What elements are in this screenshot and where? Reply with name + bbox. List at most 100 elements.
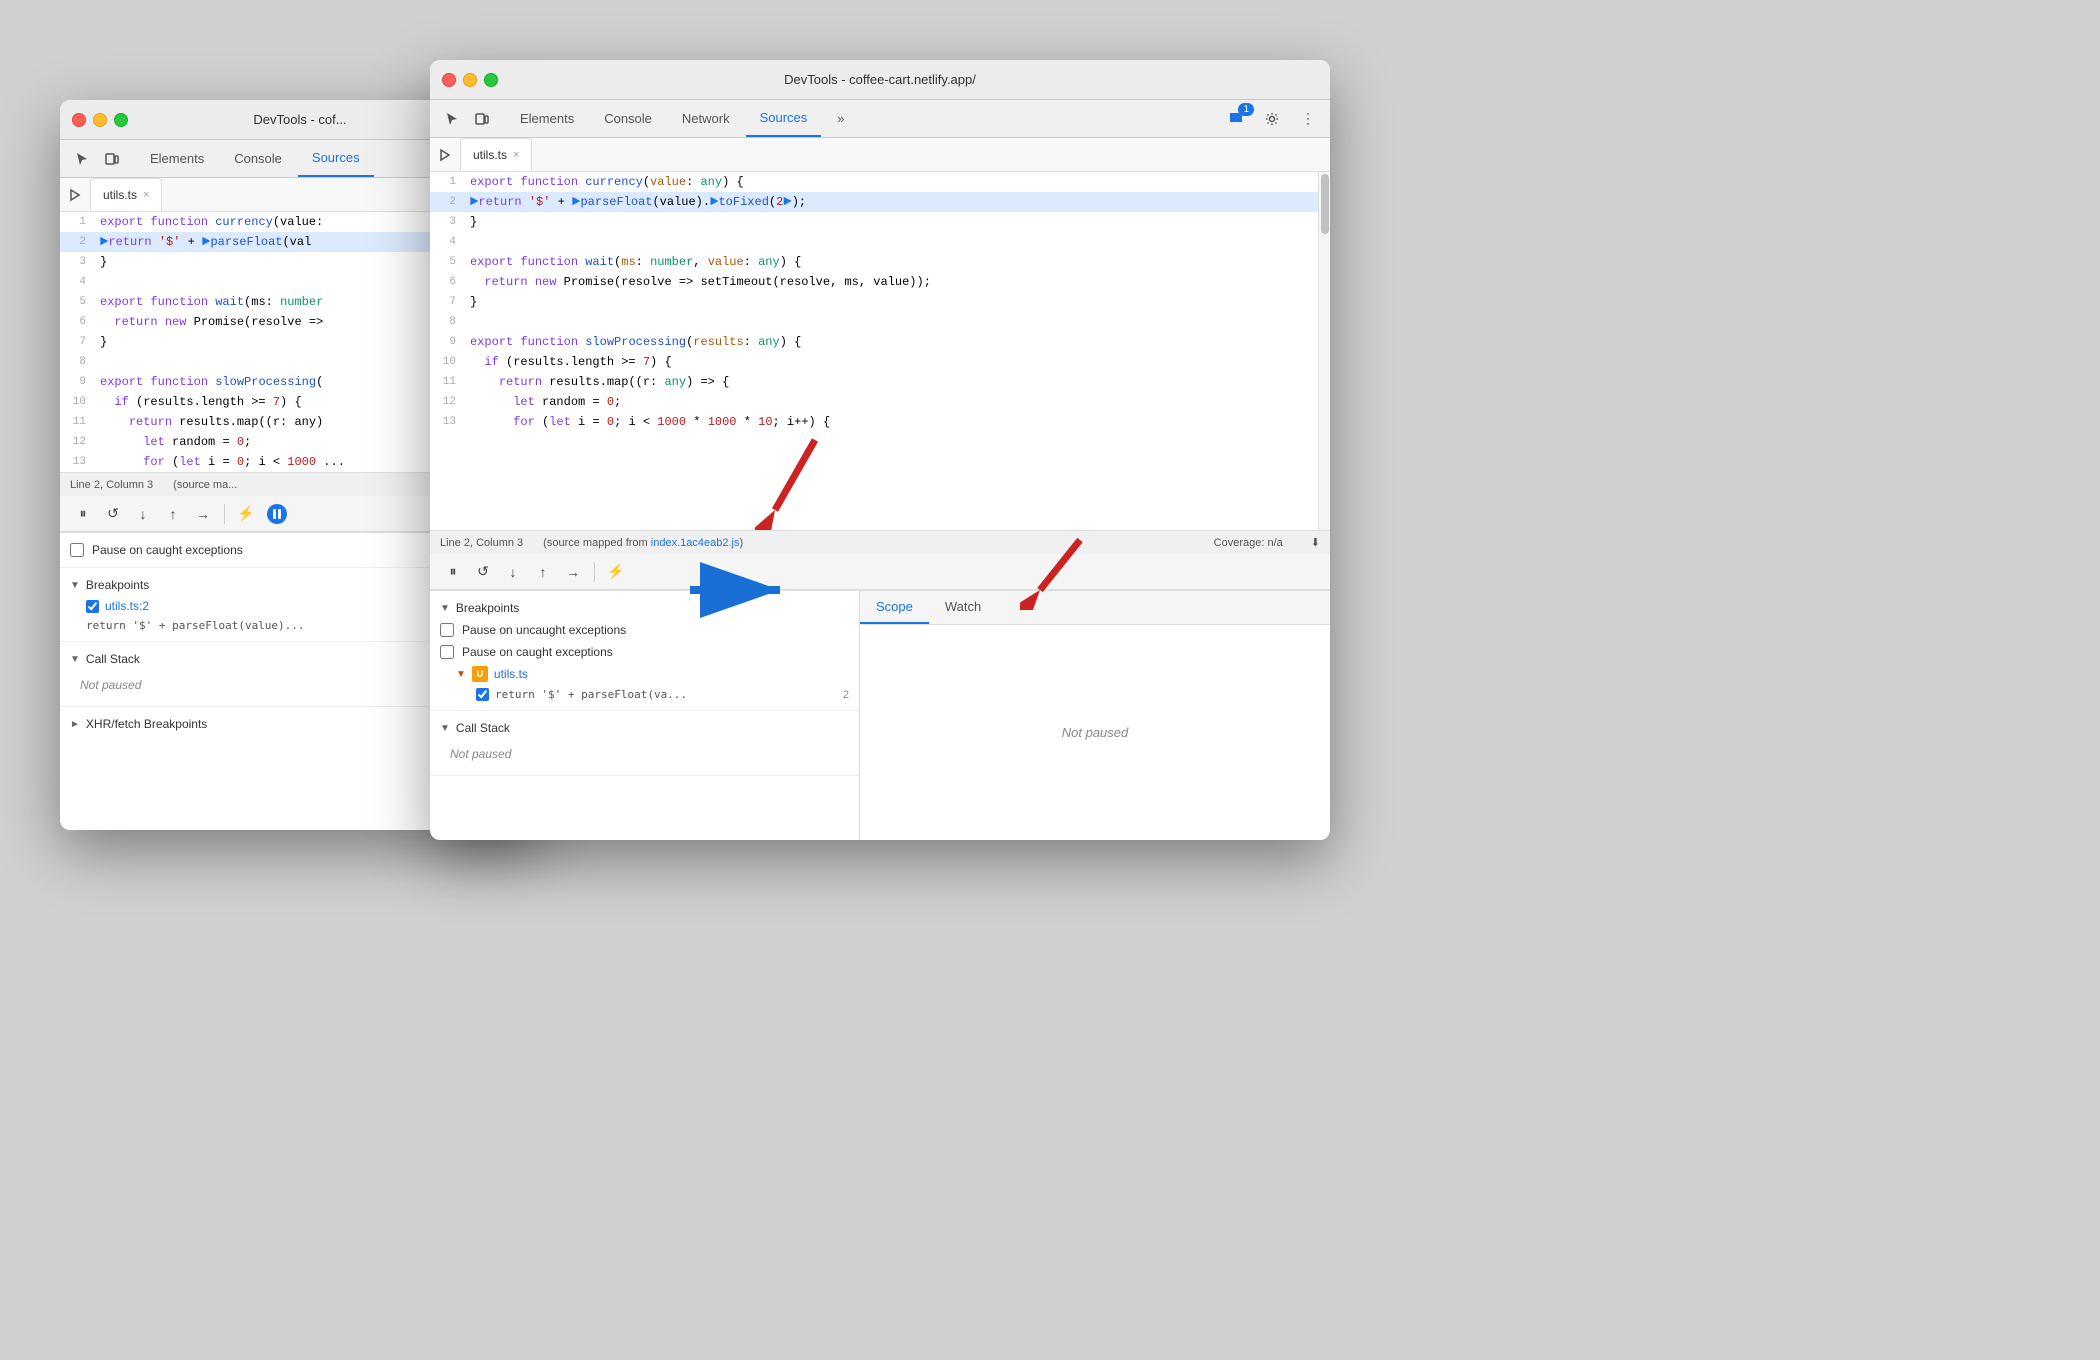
cursor-icon-front[interactable] <box>438 105 466 133</box>
step-out-btn-front[interactable]: → <box>560 559 586 585</box>
tab-elements-front[interactable]: Elements <box>506 100 588 137</box>
scope-tabs: Scope Watch <box>860 591 1330 625</box>
file-tab-close-front[interactable]: × <box>513 149 519 161</box>
front-line-6: 6 return new Promise(resolve => setTimeo… <box>430 272 1318 292</box>
front-line-1: 1 export function currency(value: any) { <box>430 172 1318 192</box>
bp-triangle-front: ▼ <box>440 603 450 614</box>
traffic-lights-front <box>442 73 498 87</box>
tab-network-front[interactable]: Network <box>668 100 744 137</box>
tab-scope[interactable]: Scope <box>860 591 929 624</box>
front-line-2: 2 ►return '$' + ►parseFloat(value).►toFi… <box>430 192 1318 212</box>
front-line-11: 11 return results.map((r: any) => { <box>430 372 1318 392</box>
file-tab-close-back[interactable]: × <box>143 189 149 201</box>
tab-sources-front[interactable]: Sources <box>746 100 822 137</box>
front-line-13: 13 for (let i = 0; i < 1000 * 1000 * 10;… <box>430 412 1318 432</box>
step-into-btn-back[interactable]: ↑ <box>160 501 186 527</box>
callstack-header-front[interactable]: ▼ Call Stack <box>440 717 849 739</box>
pause-caught-checkbox-front[interactable] <box>440 645 454 659</box>
device-icon-front[interactable] <box>468 105 496 133</box>
download-icon[interactable]: ⬇ <box>1311 536 1320 549</box>
status-source-front: (source mapped from index.1ac4eab2.js) <box>543 537 743 549</box>
callstack-status-back: Not paused <box>70 670 439 700</box>
pause-btn-front[interactable]: ⏸ <box>440 559 466 585</box>
front-line-9: 9 export function slowProcessing(results… <box>430 332 1318 352</box>
callstack-label-front: Call Stack <box>456 721 510 735</box>
bp-line-num: 2 <box>843 689 849 701</box>
pause-btn-back[interactable]: ⏸ <box>70 501 96 527</box>
front-line-8: 8 <box>430 312 1318 332</box>
tab-more-front[interactable]: » <box>823 100 858 137</box>
maximize-button[interactable] <box>114 113 128 127</box>
tab-elements-back[interactable]: Elements <box>136 140 218 177</box>
file-tab-utils-back[interactable]: utils.ts × <box>90 178 162 211</box>
deactivate-btn-front[interactable]: ⚡ <box>603 559 629 585</box>
tab-sources-back[interactable]: Sources <box>298 140 374 177</box>
scroll-thumb-front[interactable] <box>1321 174 1329 234</box>
breakpoints-section-back: ▼ Breakpoints utils.ts:2 return '$' + pa… <box>60 568 449 642</box>
step-over-btn-back[interactable]: ↓ <box>130 501 156 527</box>
xhr-section-back: ► XHR/fetch Breakpoints <box>60 707 449 741</box>
close-button-front[interactable] <box>442 73 456 87</box>
maximize-button-front[interactable] <box>484 73 498 87</box>
tab-watch[interactable]: Watch <box>929 591 997 624</box>
more-button-front[interactable]: ⋮ <box>1294 105 1322 133</box>
window-title-back: DevTools - cof... <box>253 112 346 127</box>
resume-btn-front[interactable]: ↺ <box>470 559 496 585</box>
scope-content: Not paused <box>860 625 1330 840</box>
chat-badge: 1 <box>1238 103 1254 116</box>
panel-toggle-front[interactable] <box>438 148 452 162</box>
close-button[interactable] <box>72 113 86 127</box>
debugger-panel-back: Pause on caught exceptions ▼ Breakpoints… <box>60 533 450 782</box>
step-into-btn-front[interactable]: ↑ <box>530 559 556 585</box>
bp-file-triangle: ▼ <box>456 669 466 680</box>
triangle-icon: ▼ <box>70 580 80 591</box>
deactivate-btn-back[interactable]: ⚡ <box>233 501 259 527</box>
bp-code-checkbox[interactable] <box>476 688 489 701</box>
devtools-tabs-front: Elements Console Network Sources » 1 ⋮ <box>430 100 1330 138</box>
tab-actions-front: 1 ⋮ <box>1222 105 1322 133</box>
separator-front <box>594 562 595 582</box>
pause-section-back: Pause on caught exceptions <box>60 533 449 568</box>
pause-caught-checkbox-back[interactable] <box>70 543 84 557</box>
breakpoints-header-front[interactable]: ▼ Breakpoints <box>440 597 849 619</box>
pause-uncaught-checkbox[interactable] <box>440 623 454 637</box>
source-map-link[interactable]: index.1ac4eab2.js <box>651 537 740 549</box>
device-icon[interactable] <box>98 145 126 173</box>
pause-uncaught-row: Pause on uncaught exceptions <box>440 619 849 641</box>
tab-console-back[interactable]: Console <box>220 140 296 177</box>
bp-checkbox-back[interactable] <box>86 600 99 613</box>
xhr-label-back: XHR/fetch Breakpoints <box>86 717 207 731</box>
file-tab-utils-front[interactable]: utils.ts × <box>460 138 532 171</box>
front-line-5: 5 export function wait(ms: number, value… <box>430 252 1318 272</box>
scrollbar-front[interactable] <box>1318 172 1330 530</box>
step-over-btn-front[interactable]: ↓ <box>500 559 526 585</box>
breakpoint-code-back: return '$' + parseFloat(value)... <box>70 616 439 635</box>
status-position-front: Line 2, Column 3 <box>440 537 523 549</box>
bp-file-back: utils.ts:2 <box>105 599 149 613</box>
panel-toggle-back[interactable] <box>68 188 82 202</box>
cursor-icon[interactable] <box>68 145 96 173</box>
file-tab-name-back: utils.ts <box>103 188 137 202</box>
main-content-front: 1 export function currency(value: any) {… <box>430 172 1330 530</box>
minimize-button-front[interactable] <box>463 73 477 87</box>
resume-btn-back[interactable]: ↺ <box>100 501 126 527</box>
chat-button-front[interactable]: 1 <box>1222 105 1250 133</box>
breakpoints-header-back[interactable]: ▼ Breakpoints <box>70 574 439 596</box>
step-out-btn-back[interactable]: → <box>190 501 216 527</box>
settings-button-front[interactable] <box>1258 105 1286 133</box>
callstack-header-back[interactable]: ▼ Call Stack <box>70 648 439 670</box>
front-line-3: 3 } <box>430 212 1318 232</box>
status-source-back: (source ma... <box>173 479 237 491</box>
minimize-button[interactable] <box>93 113 107 127</box>
bp-code-text-back: return '$' + parseFloat(value)... <box>86 619 305 632</box>
bottom-panel-front: ▼ Breakpoints Pause on uncaught exceptio… <box>430 590 1330 840</box>
pause-caught-row-front: Pause on caught exceptions <box>440 641 849 663</box>
xhr-triangle: ► <box>70 719 80 730</box>
tab-console-front[interactable]: Console <box>590 100 666 137</box>
xhr-header-back[interactable]: ► XHR/fetch Breakpoints <box>70 713 439 735</box>
bp-code-text: return '$' + parseFloat(va... <box>495 688 687 701</box>
status-bar-front: Line 2, Column 3 (source mapped from ind… <box>430 530 1330 554</box>
file-tab-name-front: utils.ts <box>473 148 507 162</box>
pause-caught-label-back: Pause on caught exceptions <box>92 543 243 557</box>
debugger-toolbar-front: ⏸ ↺ ↓ ↑ → ⚡ <box>430 554 1330 590</box>
